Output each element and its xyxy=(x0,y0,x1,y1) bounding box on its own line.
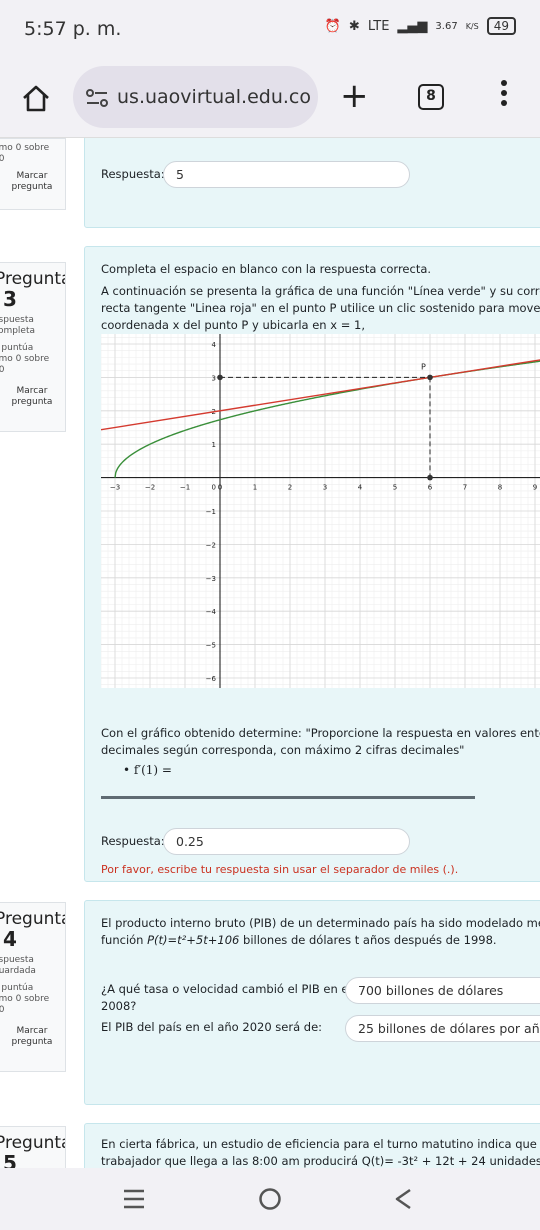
question-box-5: En cierta fábrica, un estudio de eficien… xyxy=(84,1123,540,1168)
address-bar[interactable]: us.uaovirtual.edu.co xyxy=(73,66,318,128)
y-tick-label: −3 xyxy=(206,575,216,583)
question-text-line: función P(t)=t²+5t+106 billones de dólar… xyxy=(101,933,497,947)
question-info-2: omo 0 sobre 00 Marcar pregunta xyxy=(0,138,66,210)
alarm-icon: ⏰ xyxy=(324,18,341,34)
system-nav-bar xyxy=(0,1168,540,1230)
subquestion-label: 2008? xyxy=(101,999,137,1013)
x-tick-label: 4 xyxy=(358,484,363,492)
question-text-line: recta tangente "Linea roja" en el punto … xyxy=(101,301,540,315)
y-tick-label: 1 xyxy=(212,441,216,449)
question-info-5: Pregunta 5 xyxy=(0,1126,66,1168)
x-tick-label: 9 xyxy=(533,484,537,492)
url-text: us.uaovirtual.edu.co xyxy=(117,86,311,108)
battery-icon: 49 xyxy=(486,17,516,35)
x-tick-label: 2 xyxy=(288,484,292,492)
question-text-line: trabajador que llega a las 8:00 am produ… xyxy=(101,1154,540,1168)
question-box-2: Respuesta: 5 xyxy=(84,138,540,228)
x-tick-label: −1 xyxy=(180,484,190,492)
question-box-3: Completa el espacio en blanco con la res… xyxy=(84,246,540,882)
x-tick-label: 0 xyxy=(218,484,222,492)
flag-question-2[interactable]: Marcar pregunta xyxy=(0,171,65,193)
point-p-label: P xyxy=(421,362,426,371)
x-tick-label: −3 xyxy=(110,484,120,492)
home-nav-icon[interactable] xyxy=(258,1187,282,1211)
question-text-line: Con el gráfico obtenido determine: "Prop… xyxy=(101,726,540,740)
answer-label: Respuesta: xyxy=(101,167,165,181)
function-graph[interactable]: −3−2−10123456789−6−5−4−3−2−112340P xyxy=(100,334,540,688)
y-tick-label: 3 xyxy=(212,374,216,382)
answer-input-2[interactable]: 5 xyxy=(163,161,410,188)
point-x-projection xyxy=(427,474,433,481)
site-settings-icon[interactable] xyxy=(85,88,109,108)
question-text-line: El producto interno bruto (PIB) de un de… xyxy=(101,916,540,930)
tab-switcher-button[interactable]: 8 xyxy=(418,84,444,110)
x-tick-label: 1 xyxy=(253,484,257,492)
new-tab-button[interactable]: + xyxy=(340,78,369,114)
question-info-4: Pregunta 4 espuesta guardada e puntúa om… xyxy=(0,902,66,1072)
question-title: Pregunta xyxy=(0,1133,65,1153)
question-title: Pregunta xyxy=(0,909,65,929)
x-tick-label: 5 xyxy=(393,484,397,492)
network-label: LTE xyxy=(367,18,390,34)
question-info-3: Pregunta 3 espuesta completa e puntúa om… xyxy=(0,262,66,432)
bullet-dot: • xyxy=(123,763,134,777)
formula: P(t)=t²+5t+106 xyxy=(147,933,240,947)
more-menu-icon[interactable] xyxy=(498,80,510,110)
question-text-line: A continuación se presenta la gráfica de… xyxy=(101,284,540,298)
question-text-line: En cierta fábrica, un estudio de eficien… xyxy=(101,1137,540,1151)
question-text-line: coordenada x del punto P y ubicarla en x… xyxy=(101,318,365,332)
x-tick-label: 7 xyxy=(463,484,467,492)
status-bar: 5:57 p. m. ⏰ ✱ LTE ▂▄▆ 3.67 K/S 49 xyxy=(0,0,540,58)
origin-label: 0 xyxy=(212,484,216,492)
question-title: Pregunta xyxy=(0,269,65,289)
signal-icon: ▂▄▆ xyxy=(397,18,428,34)
status-time: 5:57 p. m. xyxy=(24,18,122,40)
browser-toolbar: us.uaovirtual.edu.co + 8 xyxy=(0,58,540,138)
bluetooth-icon: ✱ xyxy=(348,18,360,34)
green-function-curve xyxy=(114,360,540,478)
point-y-projection xyxy=(217,374,223,381)
red-tangent-line xyxy=(100,359,540,431)
speed-value: 3.67 xyxy=(435,20,458,32)
answer-input-3[interactable]: 0.25 xyxy=(163,828,410,855)
divider xyxy=(101,796,475,799)
recent-apps-icon[interactable] xyxy=(122,1188,146,1210)
y-tick-label: −2 xyxy=(206,541,216,549)
answer-select-4b[interactable]: 25 billones de dólares por año xyxy=(345,1015,540,1042)
status-icons: ⏰ ✱ LTE ▂▄▆ 3.67 K/S 49 xyxy=(325,17,516,35)
question-number: 4 xyxy=(3,927,17,951)
bullet-item: • f′(1) = xyxy=(123,763,172,777)
y-tick-label: −1 xyxy=(206,508,216,516)
y-tick-label: −6 xyxy=(206,675,217,683)
x-tick-label: −2 xyxy=(145,484,155,492)
subquestion-label: El PIB del país en el año 2020 será de: xyxy=(101,1020,323,1034)
flag-question-3[interactable]: Marcar pregunta xyxy=(0,386,65,408)
home-icon[interactable] xyxy=(20,82,52,114)
graph-svg: −3−2−10123456789−6−5−4−3−2−112340P xyxy=(100,334,540,688)
y-tick-label: 4 xyxy=(212,341,217,349)
question-number: 3 xyxy=(3,287,17,311)
x-tick-label: 3 xyxy=(323,484,327,492)
page-content: omo 0 sobre 00 Marcar pregunta Respuesta… xyxy=(0,138,540,1168)
flag-question-4[interactable]: Marcar pregunta xyxy=(0,1026,65,1048)
answer-select-4a[interactable]: 700 billones de dólares xyxy=(345,977,540,1004)
speed-unit: K/S xyxy=(465,21,479,31)
y-tick-label: −4 xyxy=(206,608,217,616)
validation-message: Por favor, escribe tu respuesta sin usar… xyxy=(101,863,459,876)
y-tick-label: −5 xyxy=(206,642,216,650)
question-number: 5 xyxy=(3,1151,17,1168)
subquestion-label: ¿A qué tasa o velocidad cambió el PIB en… xyxy=(101,982,352,996)
question-box-4: El producto interno bruto (PIB) de un de… xyxy=(84,900,540,1105)
answer-label: Respuesta: xyxy=(101,834,165,848)
question-instruction: Completa el espacio en blanco con la res… xyxy=(101,262,432,276)
back-nav-icon[interactable] xyxy=(392,1187,414,1211)
x-tick-label: 6 xyxy=(428,484,433,492)
x-tick-label: 8 xyxy=(498,484,502,492)
point-p xyxy=(427,374,433,381)
question-text-line: decimales según corresponda, con máximo … xyxy=(101,743,465,757)
